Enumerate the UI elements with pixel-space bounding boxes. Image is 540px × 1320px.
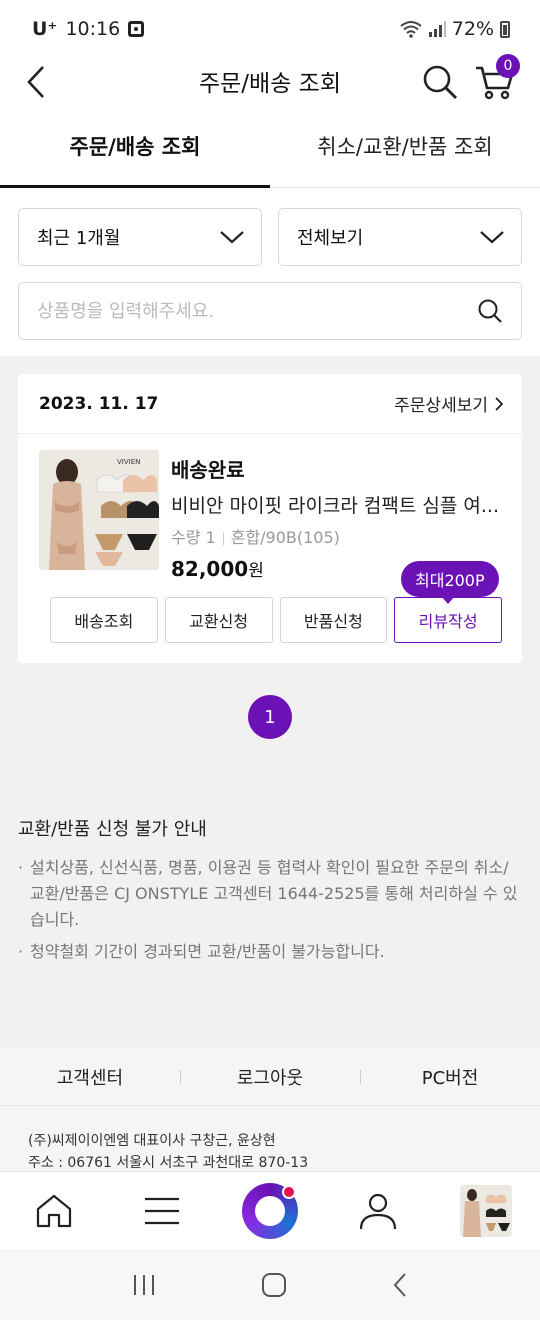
product-thumbnail[interactable]: VIVIEN: [39, 450, 159, 570]
carrier-label: U⁺: [32, 18, 58, 40]
notice-text: 설치상품, 신선식품, 명품, 이용권 등 협력사 확인이 필요한 주문의 취소…: [30, 858, 518, 929]
system-back-icon[interactable]: [392, 1272, 408, 1298]
chevron-left-icon: [27, 66, 44, 98]
order-item: VIVIEN 배송완료 비비안 마이핏 라이크라 컴팩트 심플 여... 수량 …: [18, 434, 522, 581]
wifi-icon: [400, 21, 422, 38]
price-value: 82,000: [171, 557, 249, 581]
menu-icon: [145, 1197, 179, 1224]
back-button[interactable]: [16, 62, 56, 102]
chevron-down-icon: [220, 231, 244, 244]
order-tabs: 주문/배송 조회 취소/교환/반품 조회: [0, 104, 540, 188]
price-currency: 원: [248, 561, 264, 581]
notice-title: 교환/반품 신청 불가 안내: [18, 819, 207, 840]
search-button[interactable]: [420, 62, 460, 102]
logout-link[interactable]: 로그아웃: [180, 1064, 360, 1090]
divider: [222, 532, 224, 545]
product-options: 수량 1 혼합/90B(105): [171, 524, 501, 548]
track-delivery-button[interactable]: 배송조회: [50, 597, 158, 643]
user-icon: [359, 1193, 397, 1229]
footer-links: 고객센터 로그아웃 PC버전: [0, 1048, 540, 1106]
option-label: 혼합/90B(105): [230, 528, 340, 547]
battery-icon: [500, 20, 510, 38]
home-circle-icon[interactable]: [261, 1272, 287, 1298]
period-select[interactable]: 최근 1개월: [18, 208, 262, 266]
review-point-tooltip: 최대200P: [401, 561, 499, 604]
notice-item: · 청약철회 기간이 경과되면 교환/반품이 불가능합니다.: [18, 939, 522, 965]
signal-icon: [428, 21, 446, 37]
nav-my-page[interactable]: [324, 1172, 432, 1250]
exchange-request-button[interactable]: 교환신청: [164, 597, 273, 643]
type-select[interactable]: 전체보기: [278, 208, 522, 266]
page-1-button[interactable]: 1: [248, 695, 292, 739]
period-select-value: 최근 1개월: [37, 228, 121, 249]
tab-cancel-exchange-return[interactable]: 취소/교환/반품 조회: [270, 104, 540, 187]
customer-center-link[interactable]: 고객센터: [0, 1064, 180, 1090]
product-name[interactable]: 비비안 마이핏 라이크라 컴팩트 심플 여...: [171, 491, 501, 518]
return-notice: 교환/반품 신청 불가 안내 · 설치상품, 신선식품, 명품, 이용권 등 협…: [0, 739, 540, 965]
order-detail-label: 주문상세보기: [394, 396, 488, 416]
app-header: 주문/배송 조회 0: [0, 54, 540, 104]
bullet: ·: [18, 942, 24, 961]
nav-recent-viewed[interactable]: [432, 1172, 540, 1250]
notice-item: · 설치상품, 신선식품, 명품, 이용권 등 협력사 확인이 필요한 주문의 …: [18, 855, 522, 933]
cart-button[interactable]: 0: [472, 54, 520, 102]
pc-version-link[interactable]: PC버전: [360, 1064, 540, 1090]
pagination: 1: [0, 695, 540, 739]
order-date: 2023. 11. 17: [39, 393, 159, 414]
cart-count-badge: 0: [496, 54, 520, 78]
nav-onstyle-live[interactable]: [216, 1172, 324, 1250]
nav-menu[interactable]: [108, 1172, 216, 1250]
chevron-right-icon: [495, 396, 504, 411]
bottom-nav: [0, 1171, 540, 1249]
onstyle-logo-icon: [242, 1182, 298, 1239]
company-line: (주)씨제이이엔엠 대표이사 구창근, 윤상현: [28, 1133, 276, 1149]
notice-text: 청약철회 기간이 경과되면 교환/반품이 불가능합니다.: [30, 942, 385, 961]
order-actions: 배송조회 교환신청 반품신청 리뷰작성 최대200P: [18, 561, 522, 663]
system-navigation-bar: [0, 1249, 540, 1320]
nav-home[interactable]: [0, 1172, 108, 1250]
chevron-down-icon: [480, 231, 504, 244]
order-list-area: 2023. 11. 17 주문상세보기 VIVIEN 배송완료 비비안 마이핏 …: [0, 356, 540, 1048]
svg-text:VIVIEN: VIVIEN: [117, 458, 140, 466]
recent-apps-icon[interactable]: [132, 1274, 156, 1296]
product-image: VIVIEN: [39, 450, 159, 570]
product-search-box: [18, 282, 522, 340]
bullet: ·: [18, 858, 24, 877]
clock: 10:16: [65, 18, 121, 40]
search-icon[interactable]: [477, 298, 503, 324]
search-icon: [423, 65, 457, 99]
company-info: (주)씨제이이엔엠 대표이사 구창근, 윤상현 주소 : 06761 서울시 서…: [0, 1106, 540, 1176]
battery-percent: 72%: [451, 18, 494, 40]
recent-product-thumbnail: [460, 1184, 512, 1237]
notification-app-icon: [128, 21, 145, 37]
delivery-status: 배송완료: [171, 458, 245, 482]
status-bar: U⁺ 10:16 72%: [0, 0, 540, 58]
order-card-header: 2023. 11. 17 주문상세보기: [18, 374, 522, 434]
recent-product-image: [460, 1184, 512, 1237]
type-select-value: 전체보기: [297, 228, 364, 249]
product-search-input[interactable]: [37, 300, 417, 322]
order-card: 2023. 11. 17 주문상세보기 VIVIEN 배송완료 비비안 마이핏 …: [18, 374, 522, 663]
order-detail-link[interactable]: 주문상세보기: [394, 391, 504, 416]
return-request-button[interactable]: 반품신청: [279, 597, 388, 643]
quantity-label: 수량 1: [171, 528, 216, 547]
home-icon: [36, 1194, 72, 1227]
tab-order-delivery[interactable]: 주문/배송 조회: [0, 104, 270, 188]
filter-row: 최근 1개월 전체보기: [0, 188, 540, 266]
